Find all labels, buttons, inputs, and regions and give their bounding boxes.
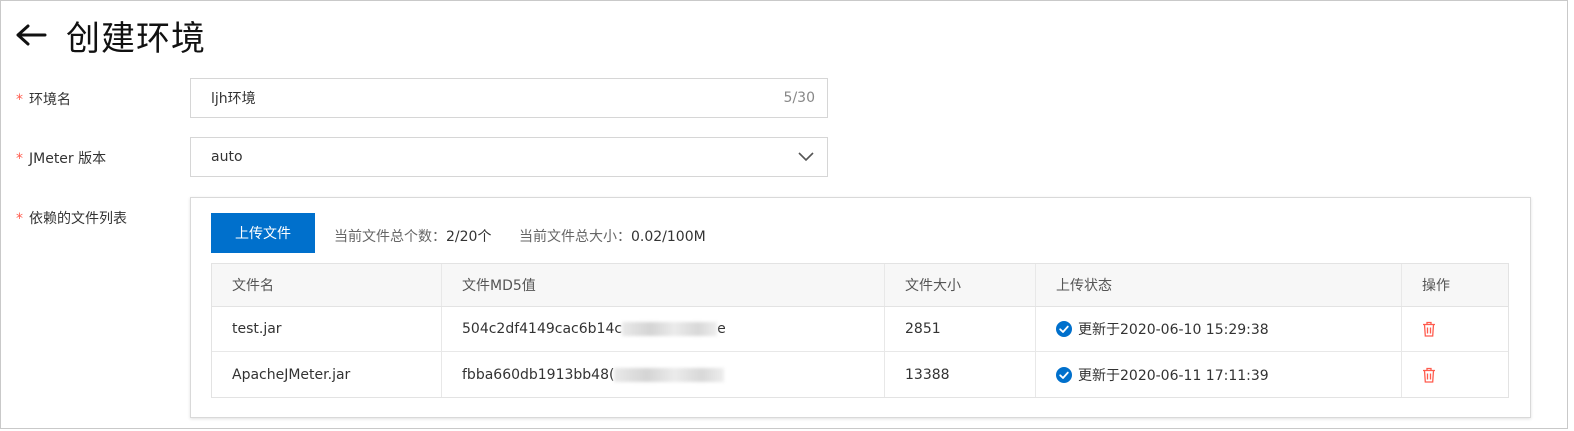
jmeter-version-value: auto: [211, 149, 243, 165]
page-title: 创建环境: [66, 18, 206, 59]
chevron-down-icon: [797, 148, 815, 166]
char-counter: 5/30: [783, 90, 815, 106]
file-md5: fbba660db1913bb48(: [442, 352, 885, 397]
md5-text: 504c2df4149cac6b14c: [462, 321, 623, 337]
jmeter-version-label: * JMeter 版本: [16, 148, 106, 168]
check-circle-icon: [1056, 366, 1072, 383]
env-name-label: * 环境名: [16, 89, 71, 109]
jmeter-version-label-text: JMeter 版本: [29, 151, 107, 167]
env-name-value: ljh环境: [211, 91, 256, 107]
jmeter-version-select[interactable]: auto: [190, 137, 828, 177]
table-header: 文件名 文件MD5值 文件大小 上传状态 操作: [212, 264, 1508, 307]
files-label: * 依赖的文件列表: [16, 208, 127, 228]
file-count-label: 当前文件总个数：: [334, 229, 446, 245]
files-label-text: 依赖的文件列表: [29, 211, 127, 227]
column-header-actions: 操作: [1422, 278, 1450, 294]
required-mark: *: [16, 211, 23, 227]
file-count-stat: 当前文件总个数：2/20个: [334, 226, 491, 246]
check-circle-icon: [1056, 321, 1072, 337]
required-mark: *: [16, 151, 23, 167]
redacted-md5: [614, 367, 725, 382]
upload-status: 更新于2020-06-11 17:11:39: [1036, 352, 1402, 397]
file-size-value: 0.02/100M: [631, 229, 706, 245]
table-row: test.jar 504c2df4149cac6b14c e 2851 更新于20…: [212, 307, 1508, 352]
page-header: 创建环境: [14, 12, 206, 59]
column-header-filename: 文件名: [212, 264, 442, 306]
column-header-size: 文件大小: [885, 264, 1036, 306]
file-name: ApacheJMeter.jar: [212, 352, 442, 397]
file-list-panel: 上传文件 当前文件总个数：2/20个 当前文件总大小：0.02/100M 文件名…: [190, 197, 1531, 418]
row-actions: [1402, 307, 1508, 351]
row-actions: [1402, 352, 1508, 397]
trash-icon[interactable]: [1422, 321, 1436, 337]
upload-status: 更新于2020-06-10 15:29:38: [1036, 307, 1402, 351]
status-text: 更新于2020-06-11 17:11:39: [1078, 367, 1269, 384]
upload-file-button[interactable]: 上传文件: [211, 213, 315, 253]
file-size-label: 当前文件总大小：: [519, 229, 631, 245]
file-count-value: 2/20个: [446, 229, 492, 245]
arrow-left-icon[interactable]: [14, 18, 48, 52]
env-name-input[interactable]: ljh环境 5/30: [190, 78, 828, 118]
file-table: 文件名 文件MD5值 文件大小 上传状态 操作 test.jar 504c2df…: [211, 263, 1509, 398]
file-md5: 504c2df4149cac6b14c e: [442, 307, 885, 351]
file-size-stat: 当前文件总大小：0.02/100M: [519, 226, 706, 246]
status-text: 更新于2020-06-10 15:29:38: [1078, 322, 1269, 338]
file-size: 2851: [885, 307, 1036, 351]
required-mark: *: [16, 92, 23, 108]
file-name: test.jar: [212, 307, 442, 351]
md5-text: fbba660db1913bb48(: [462, 366, 615, 383]
column-header-status: 上传状态: [1036, 264, 1402, 306]
file-size: 13388: [885, 352, 1036, 397]
md5-tail: e: [717, 321, 726, 337]
column-header-md5: 文件MD5值: [442, 264, 885, 306]
table-row: ApacheJMeter.jar fbba660db1913bb48( 1338…: [212, 352, 1508, 397]
env-name-label-text: 环境名: [29, 92, 71, 108]
trash-icon[interactable]: [1422, 367, 1436, 383]
redacted-md5: [622, 322, 718, 336]
